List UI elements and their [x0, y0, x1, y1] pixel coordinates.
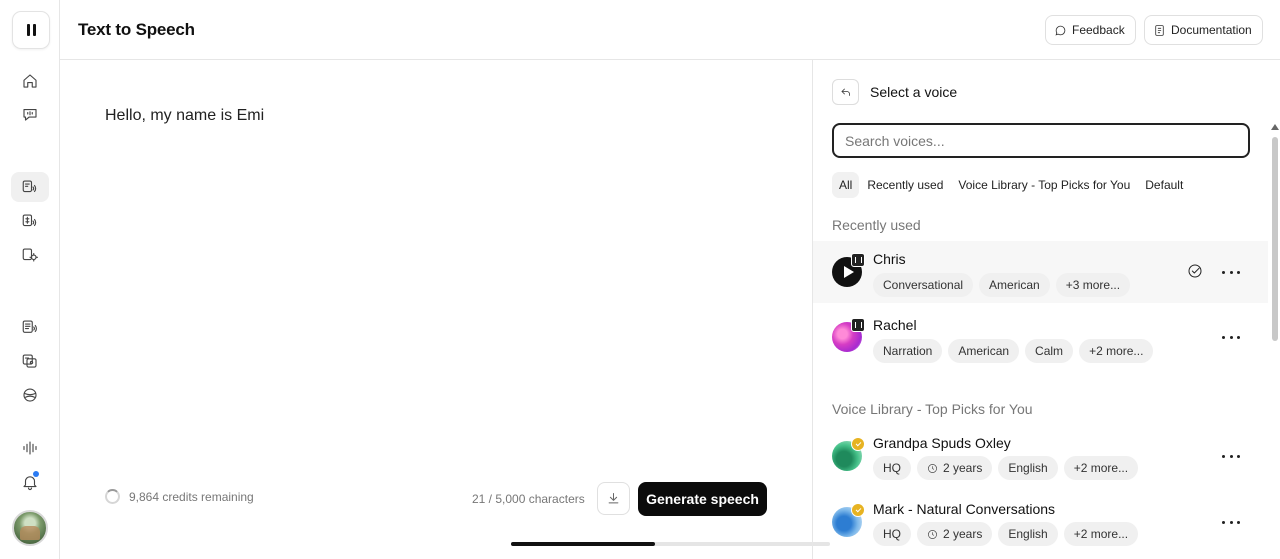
credits-ring-icon	[105, 489, 120, 504]
credits-label: 9,864 credits remaining	[129, 489, 254, 504]
voice-tags: Conversational American +3 more...	[873, 273, 1136, 297]
voice-tag-age: 2 years	[917, 456, 993, 480]
section-voice-library: Voice Library - Top Picks for You	[832, 401, 1033, 417]
voice-tag: English	[998, 456, 1058, 480]
clock-icon	[928, 463, 937, 473]
voice-tag: HQ	[873, 522, 911, 546]
pause-badge-icon	[851, 318, 865, 332]
generate-speech-button[interactable]: Generate speech	[638, 482, 767, 516]
filter-voice-library[interactable]: Voice Library - Top Picks for You	[951, 172, 1137, 198]
voice-tag: American	[948, 339, 1020, 363]
feedback-label: Feedback	[1072, 23, 1125, 37]
voice-tag-age: 2 years	[917, 522, 993, 546]
sidebar	[0, 0, 60, 559]
clock-icon	[928, 529, 937, 539]
voice-tag-label: 2 years	[943, 461, 983, 475]
voice-tag: Narration	[873, 339, 943, 363]
bell-icon[interactable]	[11, 467, 49, 497]
credits-indicator: 9,864 credits remaining	[105, 489, 254, 504]
voice-name: Mark - Natural Conversations	[873, 501, 1056, 517]
voice-name: Chris	[873, 251, 906, 267]
documentation-label: Documentation	[1171, 23, 1252, 37]
voice-tag: Calm	[1025, 339, 1074, 363]
voice-tag-more[interactable]: +3 more...	[1055, 273, 1131, 297]
avatar[interactable]	[12, 510, 48, 546]
speech-to-speech-icon[interactable]	[11, 206, 49, 236]
document-icon	[1155, 24, 1164, 36]
voice-tag: English	[998, 522, 1058, 546]
voice-tags: HQ 2 years English +2 more...	[873, 456, 1144, 480]
voice-tag: HQ	[873, 456, 911, 480]
voice-row-rachel[interactable]: Rachel Narration American Calm +2 more..…	[813, 306, 1268, 368]
text-editor[interactable]: Hello, my name is Emi 9,864 credits rema…	[60, 60, 830, 559]
scrollbar-thumb[interactable]	[1272, 137, 1278, 341]
feedback-button[interactable]: Feedback	[1045, 15, 1136, 45]
more-options-icon[interactable]	[1222, 513, 1240, 531]
page-title: Text to Speech	[78, 20, 195, 39]
filter-default[interactable]: Default	[1138, 172, 1190, 198]
voice-tags: Narration American Calm +2 more...	[873, 339, 1159, 363]
scroll-up-icon[interactable]	[1271, 124, 1279, 130]
vertical-scrollbar[interactable]	[1269, 120, 1280, 559]
voice-name: Grandpa Spuds Oxley	[873, 435, 1011, 451]
more-options-icon[interactable]	[1222, 328, 1240, 346]
voice-tags: HQ 2 years English +2 more...	[873, 522, 1144, 546]
character-count: 21 / 5,000 characters	[472, 492, 585, 506]
download-icon	[608, 493, 619, 504]
section-recently-used: Recently used	[832, 217, 921, 233]
text-to-speech-icon[interactable]	[11, 172, 49, 202]
voice-name: Rachel	[873, 317, 917, 333]
selected-check-icon[interactable]	[1187, 263, 1203, 279]
pause-badge-icon	[851, 253, 865, 267]
voice-row-mark[interactable]: Mark - Natural Conversations HQ 2 years …	[813, 490, 1268, 552]
voice-row-grandpa-spuds-oxley[interactable]: Grandpa Spuds Oxley HQ 2 years English +…	[813, 424, 1268, 486]
voice-tag: American	[979, 273, 1050, 297]
sound-effects-icon[interactable]	[11, 380, 49, 410]
download-button[interactable]	[597, 482, 630, 515]
voice-tag-more[interactable]: +2 more...	[1063, 456, 1139, 480]
more-options-icon[interactable]	[1222, 263, 1240, 281]
chat-bubble-icon[interactable]	[11, 99, 49, 129]
logo-pause-icon[interactable]	[12, 11, 50, 49]
audio-waveform-icon[interactable]	[11, 433, 49, 463]
home-icon[interactable]	[11, 66, 49, 96]
notification-dot	[33, 471, 39, 477]
scrollbar-thumb[interactable]	[511, 542, 655, 546]
header: Text to Speech Feedback Documentation	[60, 0, 1280, 60]
verified-badge-icon	[851, 503, 865, 517]
projects-icon[interactable]	[11, 312, 49, 342]
voice-row-chris[interactable]: Chris Conversational American +3 more...	[813, 241, 1268, 303]
voice-filters: All Recently used Voice Library - Top Pi…	[832, 172, 1191, 198]
filter-recently-used[interactable]: Recently used	[860, 172, 950, 198]
search-voices-input[interactable]	[832, 123, 1250, 158]
documentation-button[interactable]: Documentation	[1144, 15, 1263, 45]
voice-panel: Select a voice All Recently used Voice L…	[812, 60, 1280, 559]
panel-title: Select a voice	[870, 84, 958, 100]
dubbing-icon[interactable]	[11, 346, 49, 376]
editor-text[interactable]: Hello, my name is Emi	[105, 107, 264, 125]
voice-settings-icon[interactable]	[11, 240, 49, 270]
more-options-icon[interactable]	[1222, 447, 1240, 465]
back-arrow-icon	[841, 88, 850, 96]
horizontal-scrollbar[interactable]	[511, 542, 830, 546]
voice-tag-label: 2 years	[943, 527, 983, 541]
voice-tag-more[interactable]: +2 more...	[1063, 522, 1139, 546]
verified-badge-icon	[851, 437, 865, 451]
speech-bubble-icon	[1055, 25, 1066, 36]
voice-tag-more[interactable]: +2 more...	[1079, 339, 1154, 363]
voice-tag: Conversational	[873, 273, 974, 297]
filter-all[interactable]: All	[832, 172, 860, 198]
back-button[interactable]	[832, 79, 859, 105]
